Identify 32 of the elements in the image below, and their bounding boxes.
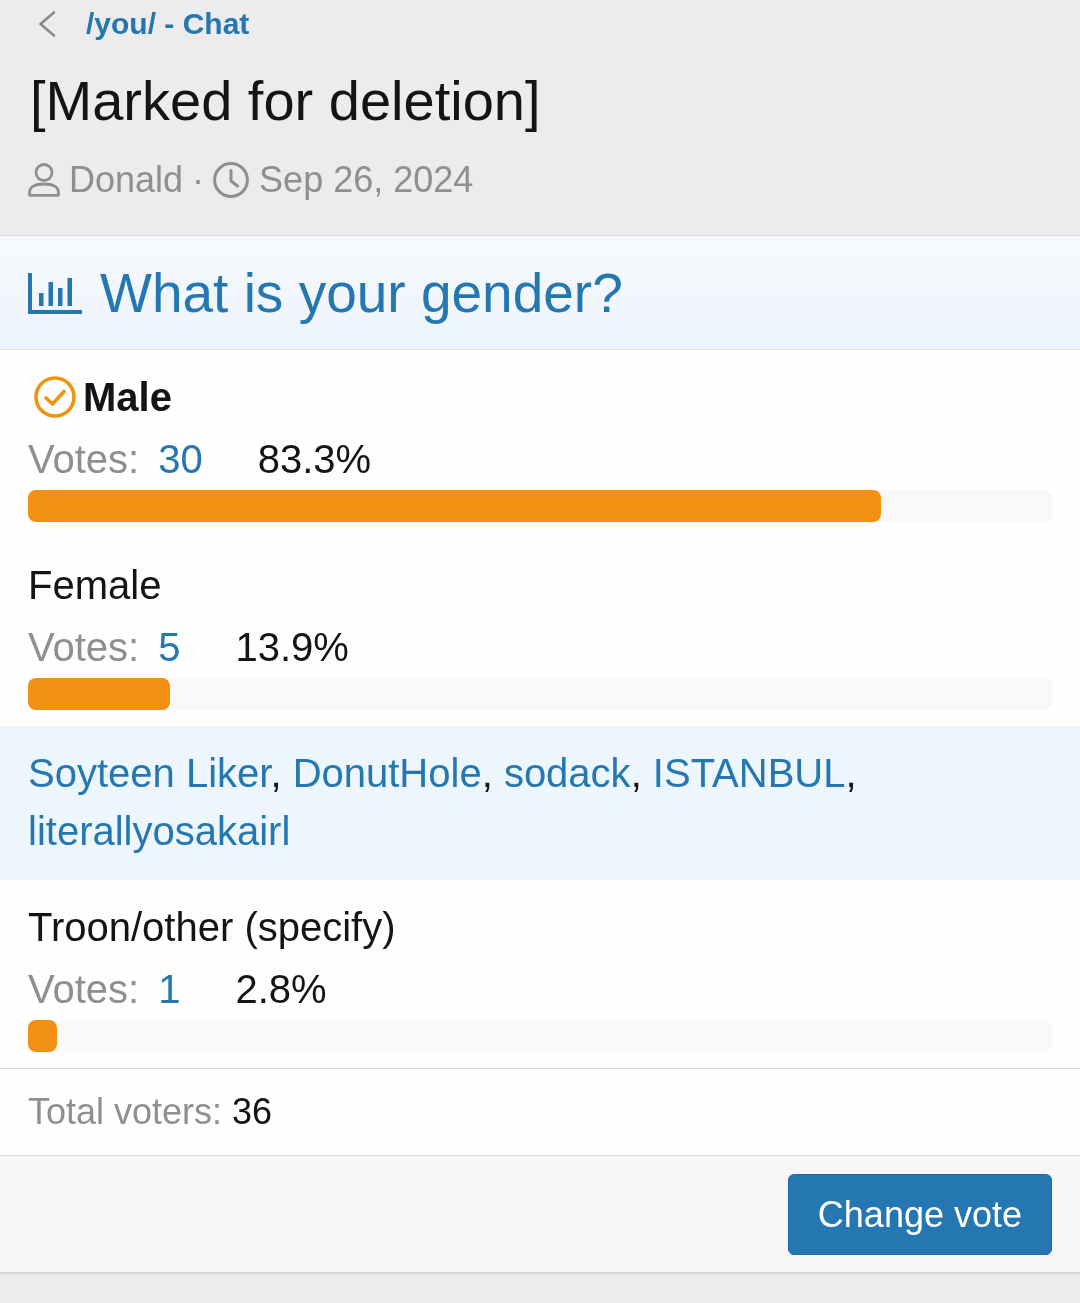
votes-label: Votes: [28,966,140,1012]
vote-count-link[interactable]: 30 [158,436,203,482]
voter-link[interactable]: ISTANBUL [652,751,846,795]
vote-percent: 2.8% [235,966,327,1012]
total-voters-label: Total voters: [28,1091,223,1133]
vote-percent: 83.3% [257,436,372,482]
vote-percent: 13.9% [235,624,349,670]
post-date: Sep 26, 2024 [259,159,474,201]
option-label: Female [28,562,162,609]
check-circle-icon [34,376,76,418]
option-label: Male [83,374,172,421]
thread-title: [Marked for deletion] [30,70,542,132]
bar-chart-icon [28,271,83,314]
author-link[interactable]: Donald [69,159,184,201]
poll-question: What is your gender? [100,260,623,325]
voter-list: Soyteen Liker, DonutHole, sodack, ISTANBUL, literallyosakairl [0,726,1080,880]
chevron-left-icon[interactable] [38,11,56,37]
vote-count-link[interactable]: 1 [158,966,181,1012]
meta-separator: · [192,159,205,201]
votes-label: Votes: [28,436,140,482]
option-label: Troon/other (specify) [28,904,396,951]
voter-link[interactable]: sodack [503,751,631,795]
change-vote-button[interactable]: Change vote [787,1174,1052,1255]
voter-link[interactable]: Soyteen Liker [28,751,271,795]
voter-link[interactable]: DonutHole [292,751,482,795]
voter-link[interactable]: literallyosakairl [28,809,291,853]
total-voters-count: 36 [232,1091,273,1133]
vote-count-link[interactable]: 5 [158,624,181,670]
clock-icon [213,162,250,198]
votes-label: Votes: [28,624,140,670]
breadcrumb-link[interactable]: /you/ - Chat [86,7,250,41]
user-icon [28,163,60,197]
